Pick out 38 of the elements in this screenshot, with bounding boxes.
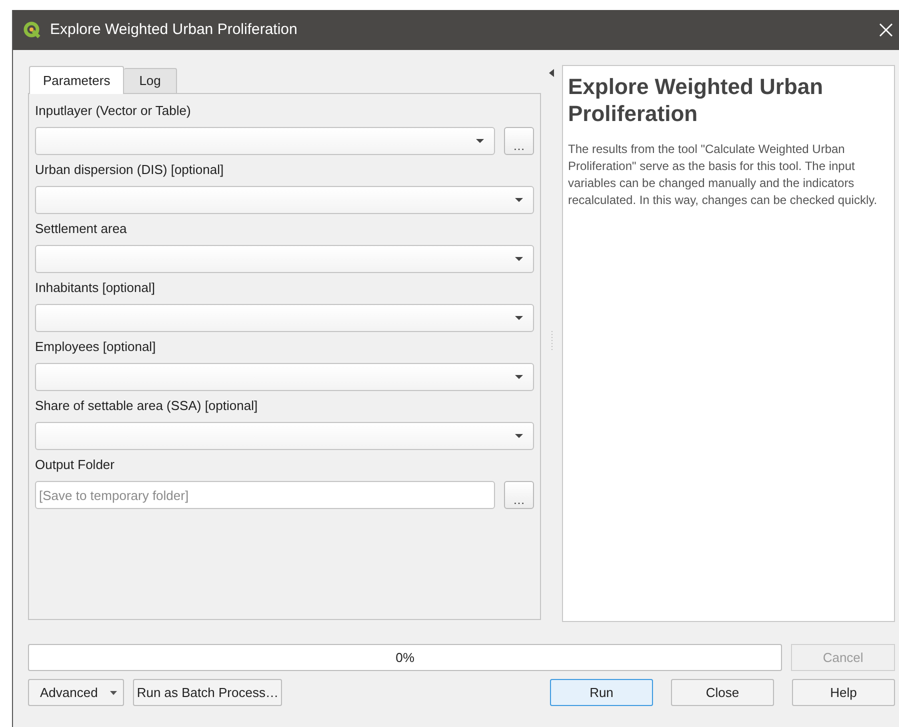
collapse-arrow-icon[interactable] — [549, 69, 554, 77]
tab[interactable]: Parameters — [29, 66, 124, 94]
dropdown-field[interactable] — [35, 245, 534, 273]
browse-button[interactable]: … — [504, 127, 534, 155]
dialog-button[interactable]: Run — [550, 679, 653, 706]
parameter-label: Inputlayer (Vector or Table) — [35, 102, 192, 120]
dropdown-field[interactable] — [35, 422, 534, 450]
parameter-label: Employees [optional] — [35, 338, 157, 356]
dropdown-caret-icon — [514, 433, 524, 439]
dropdown-field[interactable] — [35, 363, 534, 391]
help-text: The results from the tool "Calculate Weighted Urban Proliferation" serve as the basis for this tool. The input variables can be changed manually and the indicators recalculated. In this way, changes can be checked quickly. — [568, 141, 878, 209]
splitter-handle-icon[interactable] — [550, 331, 552, 351]
dropdown-caret-icon — [110, 690, 117, 694]
app-logo-icon — [23, 21, 41, 39]
dropdown-field[interactable] — [35, 186, 534, 214]
output-folder-field[interactable]: [Save to temporary folder] — [35, 481, 495, 509]
tab[interactable]: Log — [124, 68, 177, 93]
help-title: Explore Weighted Urban Proliferation — [568, 73, 824, 127]
browse-button[interactable]: … — [504, 481, 534, 509]
dropdown-field[interactable] — [35, 304, 534, 332]
dropdown-caret-icon — [475, 138, 485, 144]
close-icon[interactable] — [879, 23, 893, 37]
dropdown-caret-icon — [514, 315, 524, 321]
parameter-label: Inhabitants [optional] — [35, 279, 156, 297]
advanced-menu-button[interactable]: Advanced — [28, 679, 124, 706]
parameter-label: Output Folder — [35, 456, 116, 474]
batch-process-button[interactable]: Run as Batch Process… — [132, 679, 282, 706]
dropdown-caret-icon — [514, 197, 524, 203]
parameter-label: Share of settable area (SSA) [optional] — [35, 397, 259, 415]
dropdown-field[interactable] — [35, 127, 495, 155]
parameter-label: Settlement area — [35, 220, 128, 238]
parameter-label: Urban dispersion (DIS) [optional] — [35, 161, 225, 179]
window-title: Explore Weighted Urban Proliferation — [50, 20, 298, 40]
progress-reading: 0% — [396, 648, 414, 667]
dropdown-caret-icon — [514, 374, 524, 380]
dialog-button[interactable]: Help — [792, 679, 895, 706]
dropdown-caret-icon — [514, 256, 524, 262]
dialog-button[interactable]: Close — [671, 679, 774, 706]
